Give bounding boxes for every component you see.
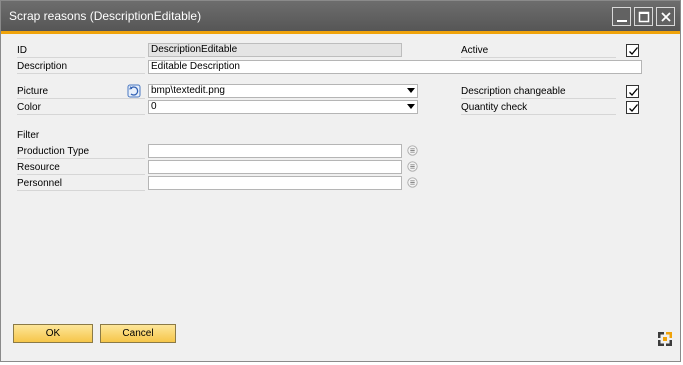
chevron-down-icon <box>407 88 415 93</box>
dialog-window: Scrap reasons (DescriptionEditable) ID D… <box>0 0 681 362</box>
personnel-input[interactable] <box>148 176 402 190</box>
personnel-label: Personnel <box>17 176 145 191</box>
title-bar[interactable]: Scrap reasons (DescriptionEditable) <box>1 1 680 31</box>
cancel-button-label: Cancel <box>122 328 154 339</box>
list-picker-icon[interactable] <box>407 177 418 188</box>
description-input[interactable]: Editable Description <box>148 60 642 74</box>
app-logo-icon <box>658 332 672 346</box>
ok-button-label: OK <box>45 328 61 339</box>
quantity-check-checkbox[interactable] <box>626 101 639 114</box>
cancel-button[interactable]: Cancel <box>100 324 176 343</box>
checkmark-icon <box>629 104 638 112</box>
id-field: DescriptionEditable <box>148 43 402 57</box>
description-changeable-checkbox[interactable] <box>626 85 639 98</box>
picture-browse-icon[interactable] <box>127 84 141 98</box>
picture-value: bmp\textedit.png <box>151 85 225 96</box>
checkmark-icon <box>629 47 638 55</box>
maximize-icon <box>638 11 650 23</box>
description-label: Description <box>17 59 145 74</box>
quantity-check-label: Quantity check <box>461 100 616 115</box>
list-picker-icon[interactable] <box>407 161 418 172</box>
title-accent-bar <box>1 31 680 34</box>
close-icon <box>661 12 671 22</box>
resource-label: Resource <box>17 160 145 175</box>
chevron-down-icon <box>407 104 415 109</box>
checkmark-icon <box>629 88 638 96</box>
minimize-button[interactable] <box>612 7 631 26</box>
active-label: Active <box>461 43 616 58</box>
resource-input[interactable] <box>148 160 402 174</box>
minimize-icon <box>617 20 627 22</box>
color-combobox[interactable]: 0 <box>148 100 418 114</box>
maximize-button[interactable] <box>634 7 653 26</box>
production-type-input[interactable] <box>148 144 402 158</box>
filter-heading: Filter <box>17 130 40 141</box>
picture-label: Picture <box>17 84 145 99</box>
description-changeable-label: Description changeable <box>461 84 616 99</box>
color-label: Color <box>17 100 145 115</box>
ok-button[interactable]: OK <box>13 324 93 343</box>
picture-combobox[interactable]: bmp\textedit.png <box>148 84 418 98</box>
window-title: Scrap reasons (DescriptionEditable) <box>9 9 202 23</box>
list-picker-icon[interactable] <box>407 145 418 156</box>
production-type-label: Production Type <box>17 144 145 159</box>
color-value: 0 <box>151 101 157 112</box>
id-label: ID <box>17 43 145 58</box>
active-checkbox[interactable] <box>626 44 639 57</box>
close-button[interactable] <box>656 7 675 26</box>
